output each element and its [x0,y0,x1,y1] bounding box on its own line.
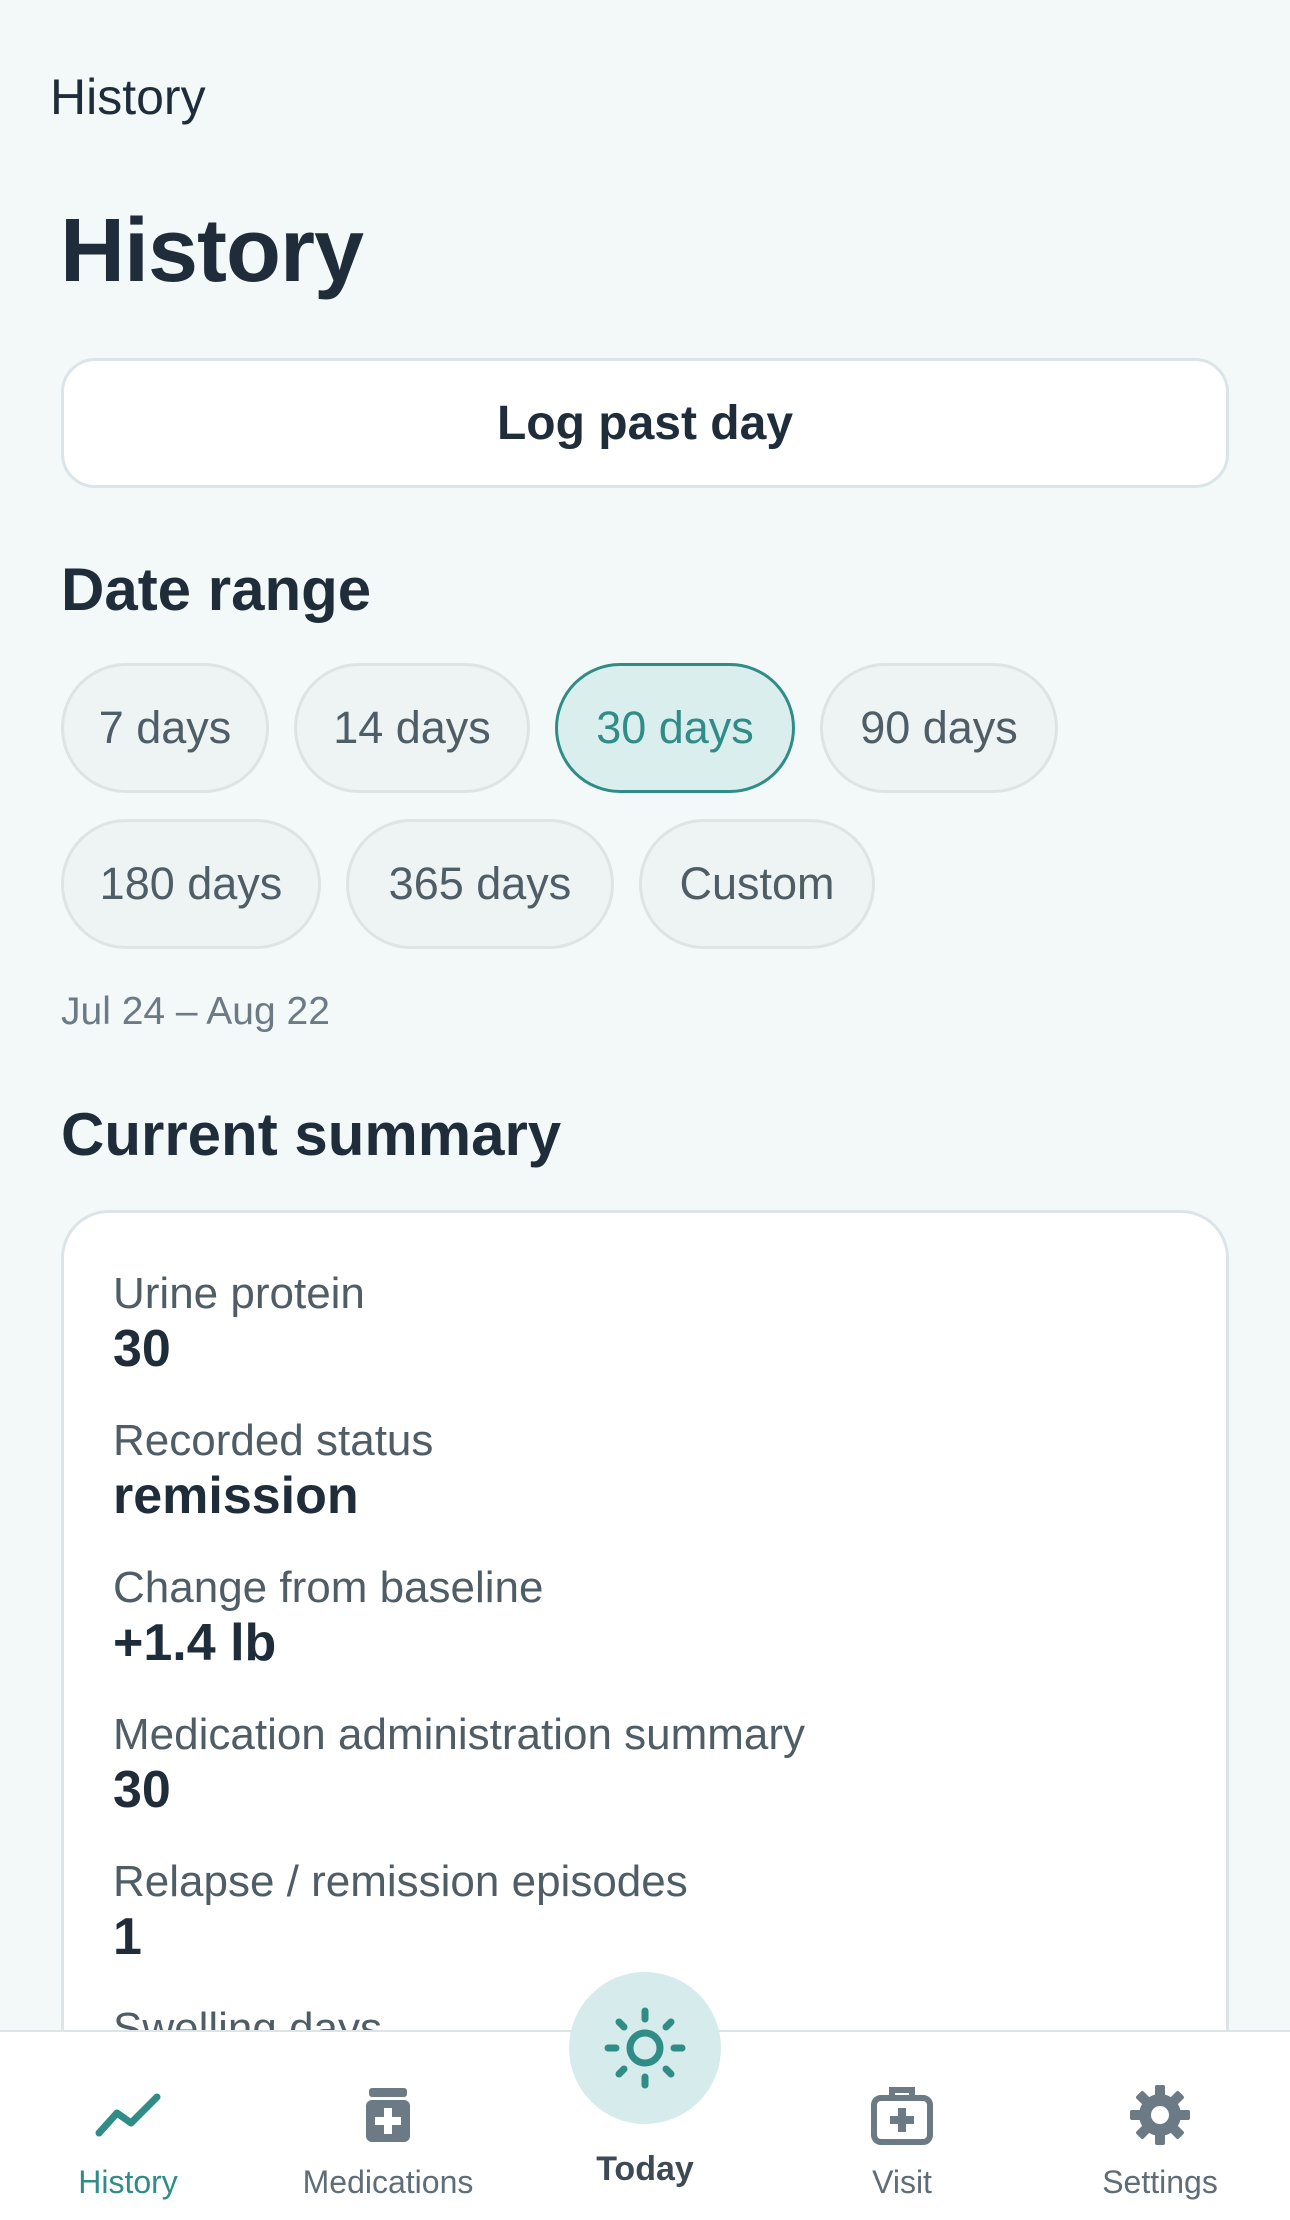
range-chip-30-days[interactable]: 30 days [555,663,795,793]
tab-label: Settings [1102,2164,1218,2200]
metric-label: Medication administration summary [113,1710,806,1759]
metric-value: 30 [113,1320,171,1378]
metric-change-from-baseline: Change from baseline +1.4 lb [113,1562,543,1672]
trend-line-icon [95,2080,161,2150]
date-range-text: Jul 24 – Aug 22 [61,990,330,1033]
range-chip-90-days[interactable]: 90 days [820,663,1058,793]
metric-urine-protein: Urine protein 30 [113,1268,365,1378]
tab-label: Medications [302,2164,474,2200]
metric-label: Recorded status [113,1416,434,1465]
tab-medications[interactable]: Medications [268,2032,508,2220]
pill-bottle-icon [363,2080,413,2150]
metric-value: 1 [113,1908,142,1966]
nav-title: History [50,69,206,125]
log-past-day-button[interactable]: Log past day [61,358,1229,488]
tab-settings[interactable]: Settings [1060,2032,1260,2220]
metric-recorded-status: Recorded status remission [113,1415,433,1525]
sun-icon [604,2007,686,2089]
range-chip-180-days[interactable]: 180 days [61,819,321,949]
history-screen: History History Log past day Date range … [0,0,1290,2220]
range-chip-7-days[interactable]: 7 days [61,663,269,793]
tab-history[interactable]: History [28,2032,228,2220]
metric-label: Urine protein [113,1269,365,1318]
date-range-heading: Date range [61,556,372,623]
metric-label: Relapse / remission episodes [113,1857,688,1906]
current-summary-heading: Current summary [61,1101,562,1168]
range-chip-custom[interactable]: Custom [639,819,875,949]
metric-relapse-remission-episodes: Relapse / remission episodes 1 [113,1856,688,1966]
metric-label: Change from baseline [113,1563,544,1612]
medical-bag-icon [870,2080,934,2150]
tab-label: Visit [872,2164,932,2200]
metric-value: remission [113,1467,359,1525]
tab-visit[interactable]: Visit [802,2032,1002,2220]
metric-medication-administration: Medication administration summary 30 [113,1709,805,1819]
tab-today[interactable] [569,1972,721,2124]
metric-value: 30 [113,1761,171,1819]
range-chip-14-days[interactable]: 14 days [294,663,530,793]
tab-today-label: Today [596,2150,694,2188]
tab-label: History [78,2164,178,2200]
metric-value: +1.4 lb [113,1614,277,1672]
range-chip-365-days[interactable]: 365 days [346,819,614,949]
gear-icon [1128,2080,1192,2150]
page-title: History [60,201,364,301]
